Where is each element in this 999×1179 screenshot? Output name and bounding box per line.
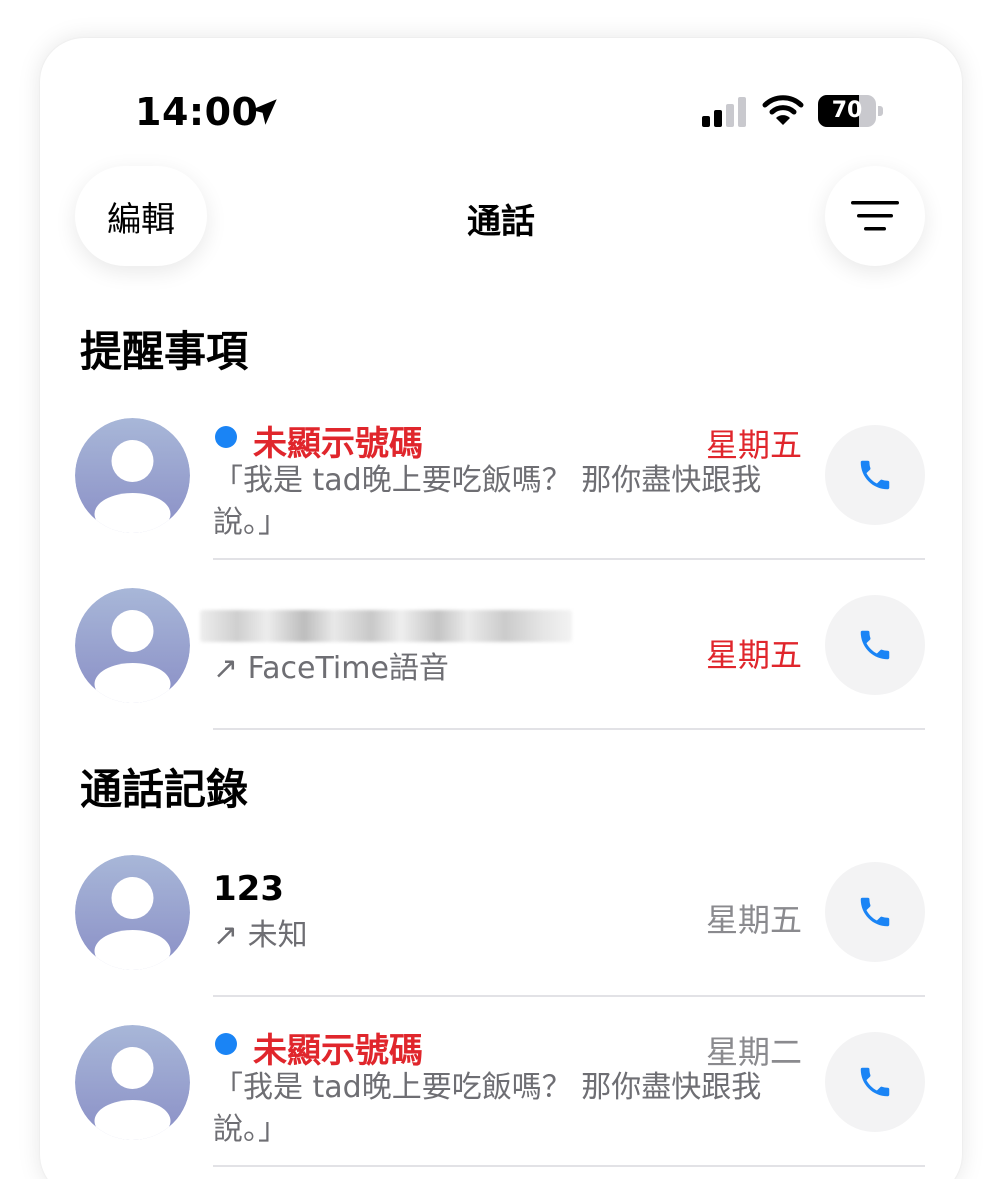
wifi-icon	[762, 95, 804, 125]
row-separator	[213, 995, 925, 997]
list-item[interactable]: 未顯示號碼 星期五 「我是 tad晚上要吃飯嗎？ 那你盡快跟我說。」	[40, 418, 962, 560]
call-button[interactable]	[825, 1032, 925, 1132]
call-button[interactable]	[825, 425, 925, 525]
caller-name: 未顯示號碼	[253, 1031, 423, 1071]
status-bar: 14:00 70	[40, 38, 962, 168]
person-silhouette-icon	[75, 418, 190, 533]
battery-indicator: 70	[818, 95, 884, 127]
list-item[interactable]: 星期五 ↗ FaceTime語音	[40, 588, 962, 730]
recents-section-title: 通話記錄	[80, 765, 249, 814]
filter-lines-icon	[851, 201, 899, 231]
call-button[interactable]	[825, 862, 925, 962]
row-separator	[213, 728, 925, 730]
unread-dot	[215, 426, 237, 448]
list-item[interactable]: 123 星期五 ↗ 未知	[40, 855, 962, 997]
row-separator	[213, 1165, 925, 1167]
person-silhouette-icon	[75, 1025, 190, 1140]
cellular-signal-icon	[702, 97, 746, 127]
call-button[interactable]	[825, 595, 925, 695]
phone-screen: 14:00 70 編輯 通話 提醒事項 未顯示號碼 星期五 「我是 tad晚上要…	[40, 38, 962, 1179]
caller-name: 123	[213, 869, 284, 909]
redacted-phone-number	[200, 610, 572, 642]
reminders-section-title: 提醒事項	[80, 327, 249, 376]
call-type: ↗ 未知	[213, 918, 308, 953]
phone-icon	[860, 460, 890, 490]
unread-dot	[215, 1033, 237, 1055]
phone-icon	[860, 897, 890, 927]
voicemail-preview: 「我是 tad晚上要吃飯嗎？ 那你盡快跟我說。」	[213, 1070, 762, 1147]
phone-icon	[860, 1067, 890, 1097]
person-silhouette-icon	[75, 588, 190, 703]
row-separator	[213, 558, 925, 560]
location-arrow-icon	[251, 99, 277, 125]
caller-name: 未顯示號碼	[253, 424, 423, 464]
status-time: 14:00	[135, 90, 259, 134]
battery-percent: 70	[831, 98, 863, 123]
phone-icon	[860, 630, 890, 660]
list-item[interactable]: 未顯示號碼 星期二 「我是 tad晚上要吃飯嗎？ 那你盡快跟我說。」	[40, 1025, 962, 1175]
call-type: ↗ FaceTime語音	[213, 651, 449, 686]
page-title: 通話	[467, 202, 535, 242]
voicemail-preview: 「我是 tad晚上要吃飯嗎？ 那你盡快跟我說。」	[213, 463, 762, 540]
person-silhouette-icon	[75, 855, 190, 970]
filter-button[interactable]	[825, 166, 925, 266]
